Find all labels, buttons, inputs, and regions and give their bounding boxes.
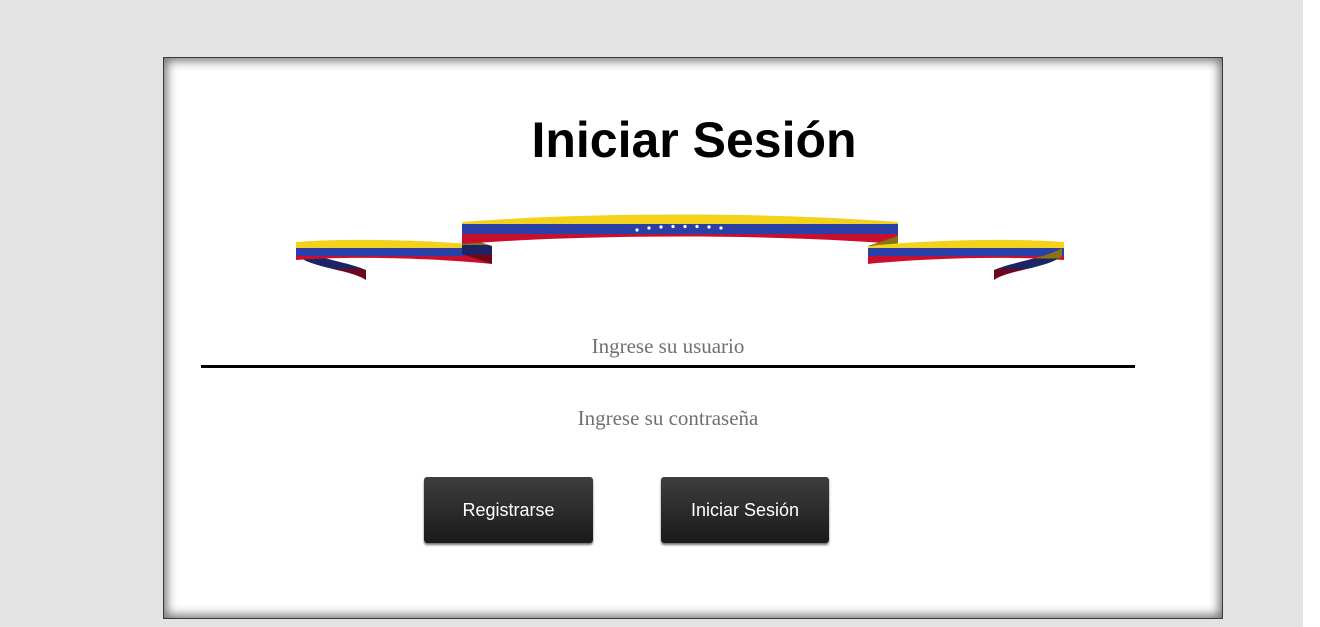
login-button[interactable]: Iniciar Sesión <box>661 477 829 543</box>
page-title: Iniciar Sesión <box>531 112 857 168</box>
page: Iniciar Sesión Ingrese su usuario Regist… <box>0 0 1320 627</box>
venezuela-flag-ribbon-icon <box>296 214 1064 280</box>
right-gutter <box>1303 0 1320 627</box>
username-input[interactable] <box>201 328 1135 368</box>
login-card: Iniciar Sesión Ingrese su usuario Regist… <box>163 57 1223 619</box>
password-input[interactable] <box>201 398 1135 438</box>
register-button[interactable]: Registrarse <box>424 477 593 543</box>
